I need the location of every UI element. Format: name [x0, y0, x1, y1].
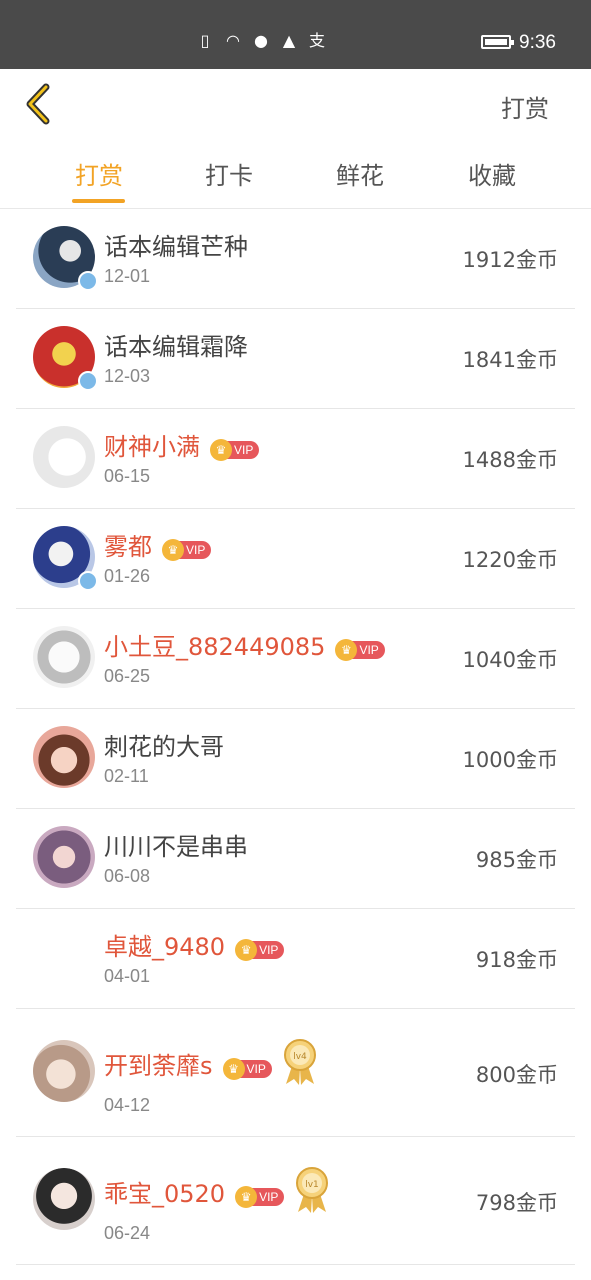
user-name: 财神小满 ♛ VIP — [104, 427, 260, 462]
reward-date: 06-15 — [104, 466, 151, 486]
vip-tag: ♛ VIP — [222, 1054, 272, 1080]
list-item[interactable]: 话本编辑霜降 12-03 1841金币 — [16, 309, 575, 409]
user-name: 话本编辑芒种 — [104, 233, 248, 261]
list-item[interactable]: 卓越_9480 ♛ VIP 04-01 918金币 — [16, 909, 575, 1009]
vip-tag: ♛ VIP — [235, 1182, 285, 1208]
tab-reward[interactable]: 打赏 — [59, 156, 139, 191]
crown-icon: ♛ — [222, 1058, 245, 1080]
reward-date: 12-01 — [104, 266, 151, 286]
tab-favorites[interactable]: 收藏 — [452, 156, 532, 191]
vip-tag: ♛ VIP — [210, 435, 260, 461]
crown-icon: ♛ — [235, 939, 258, 961]
tab-flowers[interactable]: 鲜花 — [320, 156, 400, 191]
reward-date: 04-12 — [104, 1095, 151, 1115]
list-item[interactable]: 雾都 ♛ VIP 01-26 1220金币 — [16, 509, 575, 609]
reward-date: 06-08 — [104, 866, 151, 886]
medal-icon: lv1 — [294, 1166, 330, 1220]
user-name-text: 财神小满 — [104, 433, 200, 461]
avatar — [33, 826, 95, 888]
avatar — [33, 1040, 95, 1102]
coin-amount: 800金币 — [475, 1063, 558, 1087]
vip-tag: ♛ VIP — [335, 635, 385, 661]
coin-amount: 1220金币 — [462, 548, 558, 572]
reward-date: 04-01 — [104, 966, 151, 986]
editor-badge-icon — [78, 371, 98, 391]
header: 打赏 — [0, 69, 591, 139]
avatar — [33, 426, 95, 488]
vip-tag: ♛ VIP — [235, 935, 285, 961]
user-name: 开到荼靡s ♛ VIP lv4 — [104, 1038, 318, 1094]
crown-icon: ♛ — [235, 1186, 258, 1208]
list-item[interactable]: 小土豆_882449085 ♛ VIP 06-25 1040金币 — [16, 609, 575, 709]
coin-amount: 1488金币 — [462, 448, 558, 472]
avatar — [33, 1168, 95, 1230]
list-item[interactable]: 财神小满 ♛ VIP 06-15 1488金币 — [16, 409, 575, 509]
list-item[interactable]: 话本编辑芒种 12-01 1912金币 — [16, 209, 575, 309]
coin-amount: 1841金币 — [462, 348, 558, 372]
avatar — [33, 726, 95, 788]
reward-date: 01-26 — [104, 566, 151, 586]
editor-badge-icon — [78, 571, 98, 591]
user-name: 卓越_9480 ♛ VIP — [104, 927, 285, 962]
user-name-text: 雾都 — [104, 533, 152, 561]
list-item[interactable]: 开到荼靡s ♛ VIP lv4 04-12 800金币 — [16, 1009, 575, 1137]
user-name: 话本编辑霜降 — [104, 333, 248, 361]
coin-amount: 1040金币 — [462, 648, 558, 672]
coin-amount: 1000金币 — [462, 748, 558, 772]
reward-date: 06-24 — [104, 1223, 151, 1243]
list-item[interactable]: 刺花的大哥 02-11 1000金币 — [16, 709, 575, 809]
user-name-text: 乖宝_0520 — [104, 1180, 226, 1208]
user-name: 刺花的大哥 — [104, 733, 224, 761]
qq-icon: ▲ — [282, 31, 296, 50]
alipay-icon: 支 — [308, 31, 325, 50]
tab-checkin[interactable]: 打卡 — [189, 156, 269, 191]
user-name-text: 小土豆_882449085 — [104, 633, 326, 661]
sim-alert-icon: ▯ — [200, 31, 210, 50]
coin-amount: 918金币 — [475, 948, 558, 972]
list-item[interactable]: 川川不是串串 06-08 985金币 — [16, 809, 575, 909]
reward-list: 话本编辑芒种 12-01 1912金币 话本编辑霜降 12-03 1841金币 … — [0, 209, 591, 1265]
crown-icon: ♛ — [210, 439, 232, 461]
user-name-text: 卓越_9480 — [104, 933, 226, 961]
list-item[interactable]: 乖宝_0520 ♛ VIP lv1 06-24 798金币 — [16, 1137, 575, 1265]
back-button[interactable] — [22, 83, 54, 125]
editor-badge-icon — [78, 271, 98, 291]
reward-date: 06-25 — [104, 666, 151, 686]
reward-date: 12-03 — [104, 366, 151, 386]
avatar — [33, 626, 95, 688]
header-action-button[interactable]: 打赏 — [501, 89, 549, 124]
chevron-left-icon — [26, 83, 50, 125]
vip-tag: ♛ VIP — [162, 535, 212, 561]
medal-icon: lv4 — [282, 1038, 318, 1092]
crown-icon: ♛ — [162, 539, 184, 561]
user-name: 川川不是串串 — [104, 833, 248, 861]
user-name: 乖宝_0520 ♛ VIP lv1 — [104, 1166, 330, 1222]
status-time: 9:36 — [519, 32, 556, 53]
medal-level: lv4 — [293, 1052, 307, 1062]
reward-date: 02-11 — [104, 766, 149, 786]
user-name: 雾都 ♛ VIP — [104, 527, 212, 562]
coin-amount: 985金币 — [475, 848, 558, 872]
coin-amount: 798金币 — [475, 1191, 558, 1215]
wechat-icon: ● — [254, 31, 268, 50]
tab-active-indicator — [72, 199, 125, 203]
status-icons: ▯ ◠ ● ▲ 支 — [196, 32, 326, 50]
medal-level: lv1 — [306, 1180, 320, 1190]
tab-bar: 打赏 打卡 鲜花 收藏 — [0, 139, 591, 209]
battery-icon — [481, 35, 514, 49]
status-bar: ▯ ◠ ● ▲ 支 9:36 — [0, 0, 591, 69]
coin-amount: 1912金币 — [462, 248, 558, 272]
user-name: 小土豆_882449085 ♛ VIP — [104, 627, 385, 662]
user-name-text: 开到荼靡s — [104, 1052, 213, 1080]
wifi-icon: ◠ — [226, 31, 240, 50]
